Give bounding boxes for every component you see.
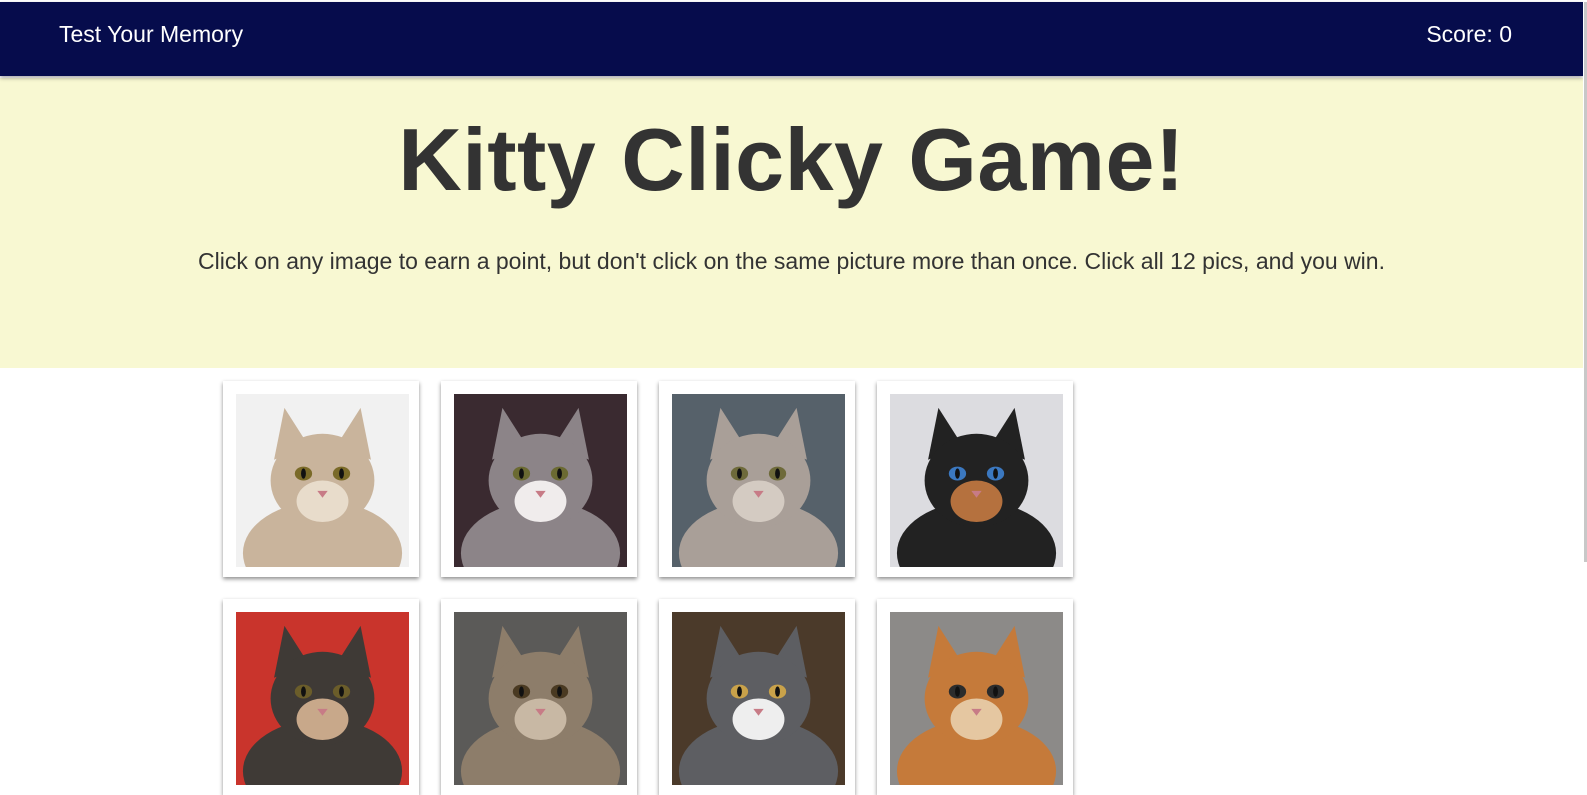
score-display: Score: 0 — [1426, 21, 1512, 47]
cat-image-card[interactable] — [659, 381, 855, 577]
cat-image-card[interactable] — [659, 599, 855, 795]
cat-photo-calico-cat-in-box — [236, 612, 409, 785]
cat-photo-grey-cat-sitting-on-floor — [672, 612, 845, 785]
game-instructions: Click on any image to earn a point, but … — [198, 248, 1385, 274]
cat-photo-two-faced-chimera-cat — [890, 394, 1063, 567]
cat-image-card[interactable] — [441, 381, 637, 577]
brand-link[interactable]: Test Your Memory — [59, 21, 243, 47]
hero-banner: Kitty Clicky Game! Click on any image to… — [0, 78, 1583, 368]
navbar: Test Your Memory Score: 0 — [0, 2, 1583, 76]
cat-image-card[interactable] — [441, 599, 637, 795]
cat-photo-orange-cat-selfie — [890, 612, 1063, 785]
page-scrollbar[interactable] — [1583, 0, 1587, 769]
page-title: Kitty Clicky Game! — [398, 110, 1185, 209]
cat-photo-grey-cat-lying-on-couch — [672, 394, 845, 567]
cat-photo-fluffy-cream-cat-meowing — [236, 394, 409, 567]
cat-photo-grey-white-longhair-cat — [454, 394, 627, 567]
cat-image-card[interactable] — [223, 381, 419, 577]
cat-image-card[interactable] — [877, 381, 1073, 577]
cat-image-card[interactable] — [223, 599, 419, 795]
cat-image-card[interactable] — [877, 599, 1073, 795]
cat-photo-surprised-tabby-kitten — [454, 612, 627, 785]
